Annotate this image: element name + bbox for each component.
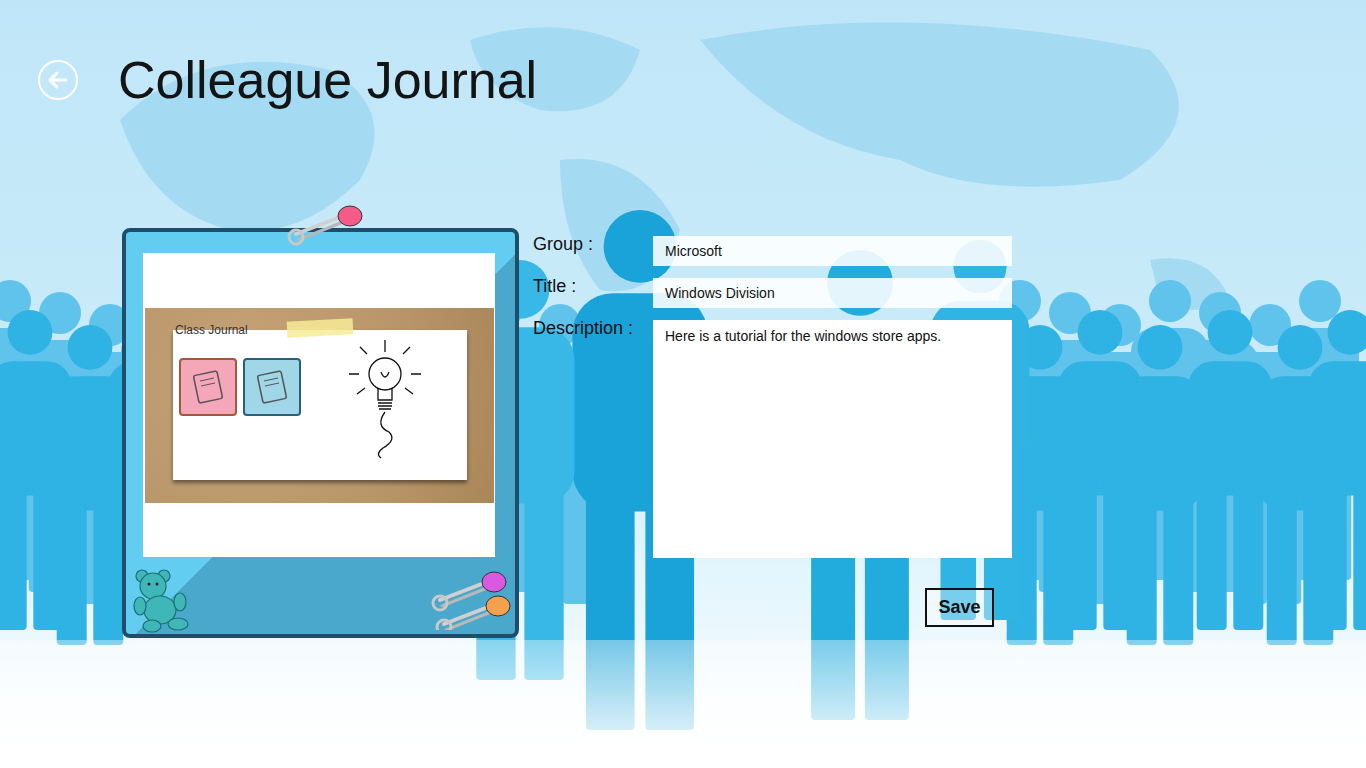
back-arrow-icon (47, 69, 69, 91)
journal-preview-frame: Class Journal (122, 228, 519, 638)
text-field[interactable]: Microsoft (653, 236, 1012, 266)
journal-form: Group :MicrosoftTitle :Windows DivisionD… (533, 236, 1012, 627)
tape (287, 318, 354, 337)
safety-pin-icon (286, 200, 366, 250)
back-button[interactable] (38, 60, 78, 100)
lightbulb-icon (345, 336, 425, 466)
cork-board: Class Journal (145, 308, 494, 503)
app-window: Colleague Journal Class Journal Group :Mic… (0, 0, 1366, 768)
notebook-tile[interactable] (179, 358, 237, 416)
preview-panel: Class Journal (143, 253, 495, 557)
notebook-list (175, 344, 301, 472)
field-label: Description : (533, 317, 653, 558)
notebook-tile[interactable] (243, 358, 301, 416)
board-paper: Class Journal (173, 330, 467, 480)
text-field[interactable]: Windows Division (653, 278, 1012, 308)
notebook-icon (254, 369, 290, 405)
field-label: Group : (533, 233, 653, 266)
teddy-bear-icon (128, 566, 200, 634)
notebook-icon (190, 369, 226, 405)
page-title: Colleague Journal (118, 49, 537, 111)
field-label: Title : (533, 275, 653, 308)
header: Colleague Journal (0, 0, 1366, 111)
safety-pins-icon (430, 560, 520, 630)
save-button[interactable]: Save (925, 588, 994, 627)
description-textarea[interactable]: Here is a tutorial for the windows store… (653, 320, 1012, 558)
